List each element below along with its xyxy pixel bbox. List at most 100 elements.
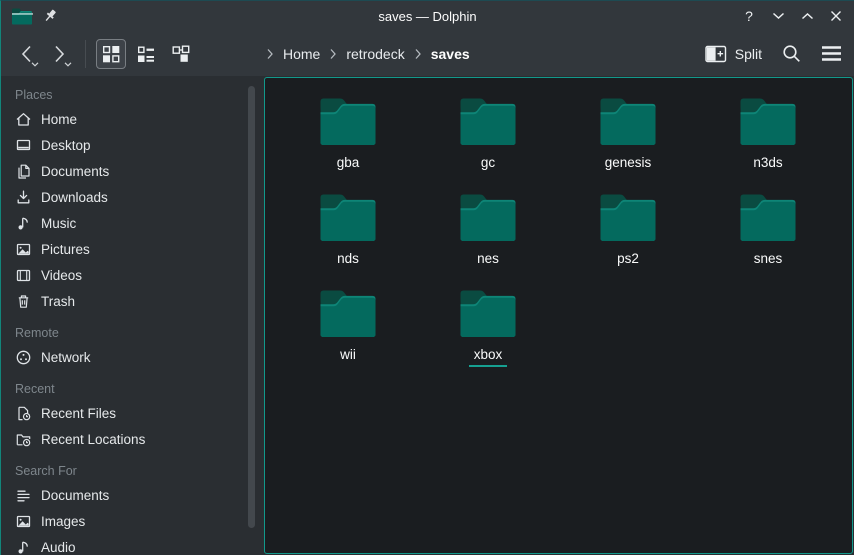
sidebar-item-desktop[interactable]: Desktop	[1, 132, 264, 158]
close-button[interactable]	[828, 8, 844, 24]
folder-item-genesis[interactable]: genesis	[558, 97, 698, 193]
split-button[interactable]: Split	[705, 45, 762, 63]
document-lines-icon	[15, 487, 32, 504]
folder-item-gc[interactable]: gc	[418, 97, 558, 193]
sidebar-item-label: Home	[41, 112, 77, 127]
minimize-button[interactable]	[770, 8, 786, 24]
back-button[interactable]	[13, 38, 39, 70]
back-dropdown-icon	[31, 62, 39, 67]
icons-view-icon	[101, 44, 121, 64]
forward-button[interactable]	[46, 38, 72, 70]
breadcrumb-item-saves[interactable]: saves	[431, 46, 470, 62]
folder-icon	[739, 193, 797, 243]
pin-icon	[42, 8, 58, 24]
folder-icon	[319, 97, 377, 147]
window-title: saves — Dolphin	[1, 9, 854, 24]
chevron-up-icon	[801, 12, 814, 20]
sidebar-item-documents[interactable]: Documents	[1, 158, 264, 184]
sidebar-item-label: Audio	[41, 540, 76, 555]
maximize-button[interactable]	[799, 8, 815, 24]
documents-icon	[15, 163, 32, 180]
folder-item-xbox[interactable]: xbox	[418, 289, 558, 385]
sidebar-item-home[interactable]: Home	[1, 106, 264, 132]
sidebar-item-pictures[interactable]: Pictures	[1, 236, 264, 262]
breadcrumb-chevron-icon	[329, 48, 337, 60]
breadcrumb-chevron-icon	[266, 48, 274, 60]
details-view-icon	[136, 44, 156, 64]
sidebar-item-trash[interactable]: Trash	[1, 288, 264, 314]
sidebar-item-label: Recent Files	[41, 406, 116, 421]
folder-name: gc	[476, 155, 500, 175]
folder-icon	[459, 97, 517, 147]
breadcrumb-item-home[interactable]: Home	[283, 46, 320, 62]
toolbar-separator	[85, 40, 86, 68]
folder-name: gba	[332, 155, 365, 175]
content-area: Places Home Desktop Documents Downloads …	[1, 76, 854, 555]
folder-name: xbox	[469, 347, 508, 367]
arrow-forward-icon	[52, 44, 67, 64]
sidebar-item-label: Pictures	[41, 242, 90, 257]
folder-grid: gba gc genesis n3ds nds	[265, 78, 852, 385]
toolbar: Home retrodeck saves Split	[1, 31, 854, 76]
folder-icon	[599, 193, 657, 243]
sidebar-item-music[interactable]: Music	[1, 210, 264, 236]
chevron-down-icon	[772, 12, 785, 20]
recent-locations-icon	[15, 431, 32, 448]
folder-name: snes	[749, 251, 788, 271]
sidebar-item-label: Documents	[41, 164, 109, 179]
folder-icon	[599, 97, 657, 147]
sidebar-item-network[interactable]: Network	[1, 344, 264, 370]
images-icon	[15, 513, 32, 530]
folder-item-snes[interactable]: snes	[698, 193, 838, 289]
forward-dropdown-icon	[64, 62, 72, 67]
audio-icon	[15, 539, 32, 555]
sidebar-item-recent-locations[interactable]: Recent Locations	[1, 426, 264, 452]
sidebar-item-label: Documents	[41, 488, 109, 503]
folder-view[interactable]: gba gc genesis n3ds nds	[264, 77, 853, 554]
folder-name: ps2	[612, 251, 644, 271]
sidebar-item-search-images[interactable]: Images	[1, 508, 264, 534]
section-header-places: Places	[1, 84, 264, 106]
folder-item-nds[interactable]: nds	[278, 193, 418, 289]
folder-item-nes[interactable]: nes	[418, 193, 558, 289]
folder-item-wii[interactable]: wii	[278, 289, 418, 385]
window-controls: ?	[741, 1, 844, 31]
folder-name: nds	[332, 251, 364, 271]
folder-name: wii	[335, 347, 361, 367]
pictures-icon	[15, 241, 32, 258]
help-button[interactable]: ?	[741, 8, 757, 24]
toolbar-right-group: Split	[705, 31, 842, 76]
sidebar-item-downloads[interactable]: Downloads	[1, 184, 264, 210]
breadcrumb-item-retrodeck[interactable]: retrodeck	[346, 46, 404, 62]
sidebar-item-label: Images	[41, 514, 85, 529]
sidebar-item-search-audio[interactable]: Audio	[1, 534, 264, 555]
split-view-icon	[705, 45, 727, 63]
folder-item-ps2[interactable]: ps2	[558, 193, 698, 289]
details-view-button[interactable]	[131, 39, 161, 69]
icons-view-button[interactable]	[96, 39, 126, 69]
sidebar-item-label: Downloads	[41, 190, 108, 205]
sidebar-item-recent-files[interactable]: Recent Files	[1, 400, 264, 426]
sidebar-item-search-documents[interactable]: Documents	[1, 482, 264, 508]
folder-icon	[459, 193, 517, 243]
section-header-recent: Recent	[1, 378, 264, 400]
folder-name: n3ds	[748, 155, 787, 175]
downloads-icon	[15, 189, 32, 206]
folder-icon	[319, 193, 377, 243]
sidebar-scrollbar-thumb[interactable]	[248, 86, 255, 528]
sidebar-item-videos[interactable]: Videos	[1, 262, 264, 288]
sidebar-item-label: Recent Locations	[41, 432, 145, 447]
folder-icon	[319, 289, 377, 339]
app-folder-icon	[11, 7, 33, 25]
titlebar[interactable]: saves — Dolphin ?	[1, 1, 854, 31]
breadcrumb-chevron-icon	[414, 48, 422, 60]
tree-view-button[interactable]	[166, 39, 196, 69]
home-icon	[15, 111, 32, 128]
menu-button[interactable]	[821, 45, 842, 62]
dolphin-window: saves — Dolphin ?	[0, 0, 854, 555]
recent-files-icon	[15, 405, 32, 422]
search-button[interactable]	[781, 43, 802, 64]
folder-item-n3ds[interactable]: n3ds	[698, 97, 838, 193]
folder-item-gba[interactable]: gba	[278, 97, 418, 193]
hamburger-icon	[821, 45, 842, 62]
